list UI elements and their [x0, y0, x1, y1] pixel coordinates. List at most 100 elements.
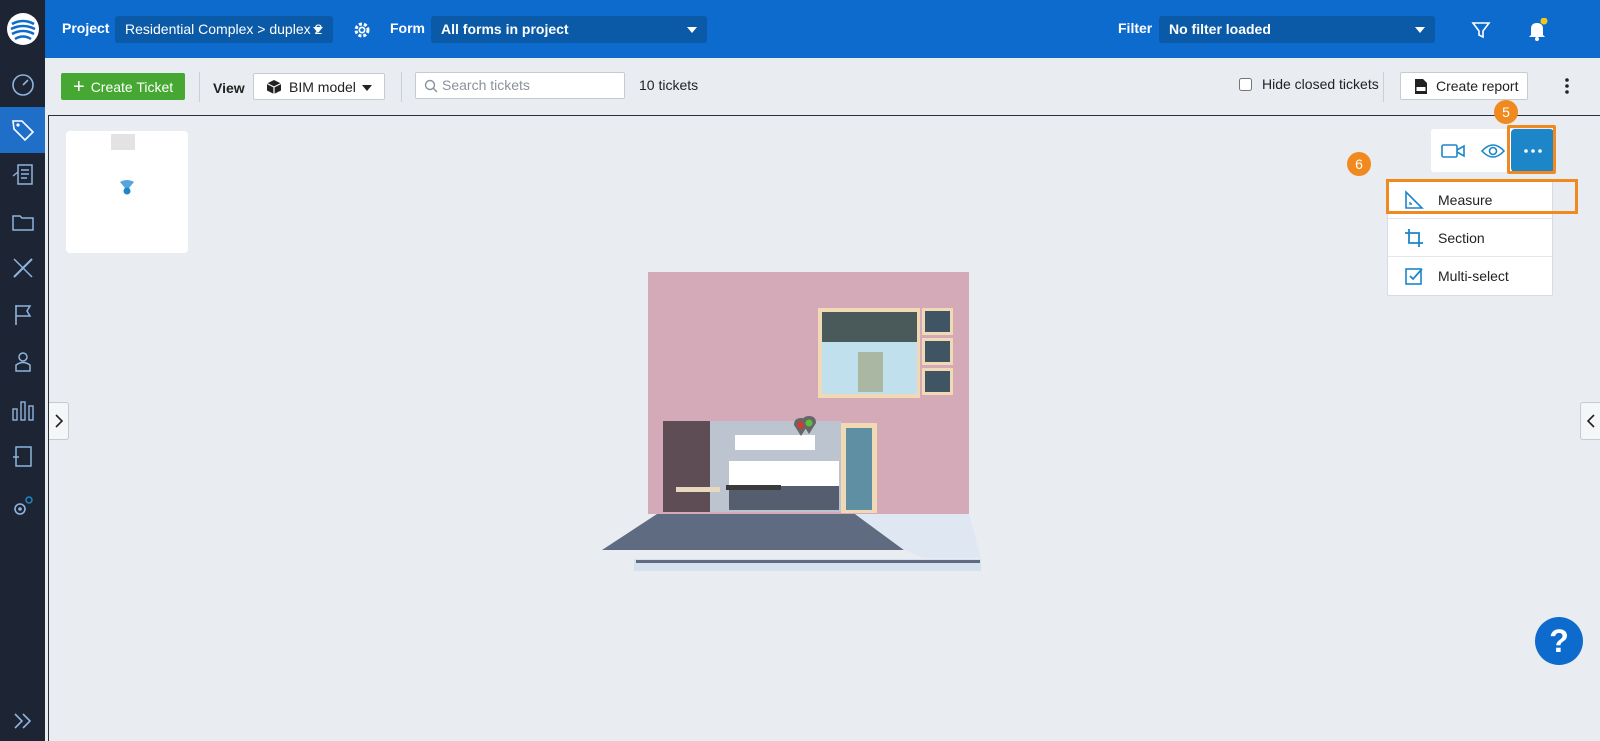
- hide-closed-checkbox[interactable]: [1239, 77, 1252, 91]
- project-select[interactable]: Residential Complex > duplex 2: [115, 16, 333, 43]
- model-small-window-glass: [925, 371, 950, 392]
- sidebar-expand-button[interactable]: [0, 700, 45, 741]
- project-label: Project: [62, 20, 110, 36]
- more-options-kebab-icon[interactable]: [1563, 76, 1571, 96]
- eye-icon: [1481, 143, 1505, 158]
- sidebar-item-settings[interactable]: [0, 483, 45, 529]
- create-ticket-label: Create Ticket: [90, 78, 174, 95]
- filter-funnel-icon[interactable]: [1469, 18, 1493, 42]
- search-box[interactable]: [415, 72, 625, 99]
- menu-item-label: Multi-select: [1438, 268, 1509, 284]
- model-kitchen-cabinet: [735, 435, 815, 450]
- left-sidebar: [0, 0, 45, 741]
- double-chevron-right-icon: [13, 712, 31, 729]
- right-panel-toggle[interactable]: [1580, 402, 1600, 440]
- model-base-line: [636, 560, 980, 563]
- step-badge-5: 5: [1494, 100, 1518, 124]
- dashboard-icon: [11, 74, 34, 96]
- model-door-inner: [858, 352, 883, 392]
- view-label: View: [213, 80, 245, 96]
- filter-label: Filter: [1118, 20, 1153, 36]
- user-icon: [14, 352, 31, 372]
- create-report-label: Create report: [1436, 78, 1519, 94]
- pdf-document-icon: [1415, 78, 1427, 94]
- ticket-count: 10 tickets: [639, 77, 699, 93]
- view-select[interactable]: BIM model: [253, 73, 385, 100]
- app-logo[interactable]: [0, 0, 45, 58]
- sidebar-item-tasks[interactable]: [0, 433, 45, 479]
- create-report-button[interactable]: Create report: [1400, 72, 1528, 100]
- view-select-value: BIM model: [289, 78, 356, 95]
- chevron-right-icon: [54, 414, 63, 428]
- hide-closed-label: Hide closed tickets: [1262, 76, 1379, 92]
- sidebar-item-design[interactable]: [0, 245, 45, 291]
- folder-icon: [11, 215, 34, 231]
- sidebar-item-milestones[interactable]: [0, 292, 45, 338]
- toolbar-divider: [199, 72, 200, 102]
- menu-item-multi-select[interactable]: Multi-select: [1388, 257, 1552, 295]
- minimap[interactable]: [66, 131, 188, 253]
- sidebar-item-forms[interactable]: [0, 152, 45, 198]
- clipboard-icon: [12, 446, 32, 467]
- model-interior-wall: [663, 421, 710, 512]
- crop-section-icon: [1405, 229, 1423, 247]
- filter-select[interactable]: No filter loaded: [1159, 16, 1435, 43]
- search-icon: [424, 79, 438, 93]
- checkbox-icon: [1405, 268, 1423, 285]
- chevron-down-icon: [362, 85, 372, 91]
- form-select[interactable]: All forms in project: [431, 16, 707, 43]
- chevron-down-icon: [1415, 27, 1425, 33]
- hide-closed-toggle[interactable]: Hide closed tickets: [1239, 76, 1379, 92]
- bim-viewer[interactable]: 5 Measure Section Multi-select 6 ?: [48, 100, 1600, 741]
- search-input[interactable]: [442, 77, 620, 93]
- chevron-left-icon: [1586, 414, 1595, 428]
- app-logo-icon: [6, 13, 39, 45]
- cube-icon: [266, 79, 282, 94]
- step-badge-6: 6: [1347, 152, 1371, 176]
- settings-gears-icon: [13, 496, 33, 515]
- camera-position-icon: [120, 180, 134, 195]
- ruler-pencil-icon: [12, 258, 33, 278]
- video-camera-icon: [1441, 143, 1465, 158]
- sidebar-item-users[interactable]: [0, 339, 45, 385]
- model-kitchen-counter: [729, 461, 839, 486]
- tickets-tag-icon: [11, 120, 34, 142]
- help-button[interactable]: ?: [1535, 617, 1583, 665]
- gear-icon[interactable]: [350, 18, 374, 42]
- form-label: Form: [390, 20, 425, 36]
- sidebar-item-dashboard[interactable]: [0, 62, 45, 108]
- toolbar-divider: [401, 72, 402, 102]
- menu-item-label: Section: [1438, 229, 1485, 246]
- highlight-measure: [1386, 179, 1578, 214]
- sidebar-item-tickets[interactable]: [0, 107, 45, 153]
- flag-icon: [14, 305, 31, 325]
- forms-document-icon: [12, 164, 33, 185]
- top-bar: Project Residential Complex > duplex 2 F…: [45, 0, 1600, 58]
- model-door: [846, 428, 872, 510]
- project-select-value: Residential Complex > duplex 2: [125, 21, 323, 37]
- minimap-tile: [111, 134, 135, 150]
- model-small-window-glass: [925, 341, 950, 362]
- model-floor-slab: [602, 514, 904, 550]
- form-select-value: All forms in project: [441, 21, 569, 37]
- menu-item-section[interactable]: Section: [1388, 219, 1552, 257]
- create-ticket-button[interactable]: + Create Ticket: [61, 73, 185, 100]
- model-small-window-glass: [925, 311, 950, 332]
- camera-view-button[interactable]: [1433, 129, 1473, 172]
- ticket-toolbar: + Create Ticket View BIM model 10 ticket…: [45, 58, 1600, 115]
- model-table: [726, 485, 781, 490]
- sidebar-item-reports[interactable]: [0, 387, 45, 433]
- highlight-more-tools: [1507, 125, 1556, 174]
- chevron-down-icon: [313, 27, 323, 33]
- toolbar-divider: [1383, 72, 1384, 102]
- filter-select-value: No filter loaded: [1169, 21, 1271, 37]
- left-panel-toggle[interactable]: [49, 402, 69, 440]
- plus-icon: +: [73, 75, 85, 98]
- bim-model-render[interactable]: [602, 266, 1002, 586]
- notification-bell-icon[interactable]: [1525, 18, 1549, 42]
- bar-chart-icon: [11, 401, 34, 421]
- model-window-shade: [822, 312, 917, 342]
- chevron-down-icon: [687, 27, 697, 33]
- model-chair: [676, 487, 720, 492]
- sidebar-item-files[interactable]: [0, 199, 45, 245]
